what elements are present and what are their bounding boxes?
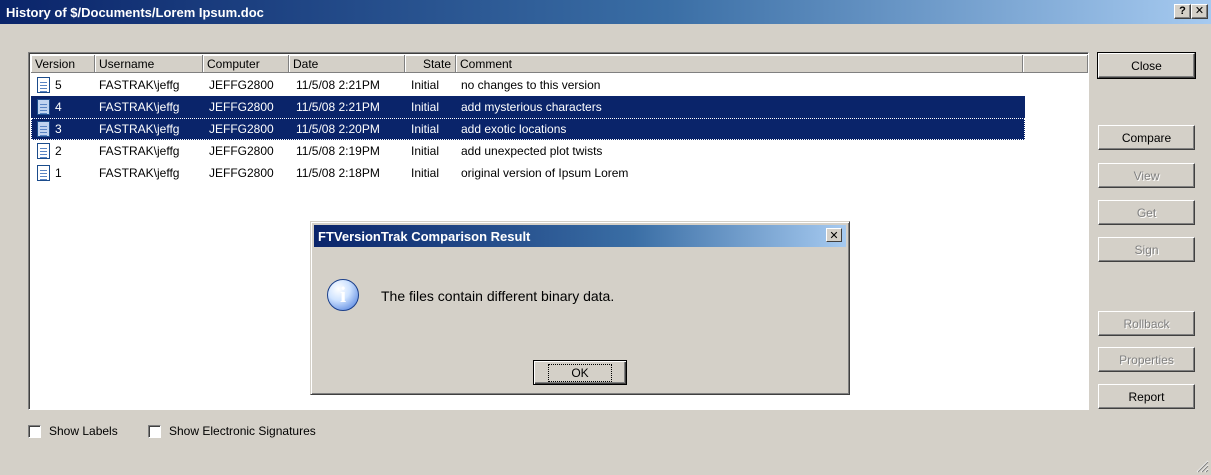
row-state: Initial bbox=[411, 122, 440, 136]
row-date: 11/5/08 2:20PM bbox=[296, 122, 380, 136]
row-computer: JEFFG2800 bbox=[209, 144, 274, 158]
row-computer: JEFFG2800 bbox=[209, 166, 274, 180]
ok-button[interactable]: OK bbox=[533, 360, 627, 385]
row-state: Initial bbox=[411, 166, 440, 180]
row-version: 5 bbox=[55, 78, 62, 92]
column-header-version[interactable]: Version bbox=[31, 55, 95, 73]
help-button[interactable]: ? bbox=[1174, 4, 1191, 19]
show-labels-checkbox[interactable] bbox=[28, 424, 41, 438]
close-button[interactable]: Close bbox=[1097, 52, 1196, 79]
document-icon bbox=[37, 121, 50, 137]
row-comment: no changes to this version bbox=[461, 78, 601, 92]
row-version: 1 bbox=[55, 166, 62, 180]
resize-grip-icon[interactable] bbox=[1195, 459, 1209, 473]
window-titlebar[interactable]: History of $/Documents/Lorem Ipsum.doc ?… bbox=[0, 0, 1211, 24]
row-computer: JEFFG2800 bbox=[209, 78, 274, 92]
history-row[interactable]: 3 FASTRAK\jeffg JEFFG2800 11/5/08 2:20PM… bbox=[31, 118, 1025, 140]
show-labels-label: Show Labels bbox=[49, 424, 118, 438]
row-comment: add unexpected plot twists bbox=[461, 144, 603, 158]
window-close-button[interactable]: ✕ bbox=[1191, 4, 1208, 19]
row-username: FASTRAK\jeffg bbox=[99, 144, 180, 158]
row-version: 2 bbox=[55, 144, 62, 158]
column-header-date[interactable]: Date bbox=[289, 55, 405, 73]
row-date: 11/5/08 2:18PM bbox=[296, 166, 380, 180]
column-header-filler bbox=[1023, 55, 1088, 73]
show-signatures-label: Show Electronic Signatures bbox=[169, 424, 316, 438]
row-username: FASTRAK\jeffg bbox=[99, 166, 180, 180]
window-title: History of $/Documents/Lorem Ipsum.doc bbox=[6, 4, 264, 20]
row-date: 11/5/08 2:21PM bbox=[296, 78, 380, 92]
compare-button[interactable]: Compare bbox=[1098, 125, 1195, 150]
row-date: 11/5/08 2:19PM bbox=[296, 144, 380, 158]
row-computer: JEFFG2800 bbox=[209, 100, 274, 114]
history-row[interactable]: 4 FASTRAK\jeffg JEFFG2800 11/5/08 2:21PM… bbox=[31, 96, 1025, 118]
history-row[interactable]: 2 FASTRAK\jeffg JEFFG2800 11/5/08 2:19PM… bbox=[31, 140, 1025, 162]
column-header-username[interactable]: Username bbox=[95, 55, 203, 73]
row-version: 4 bbox=[55, 100, 62, 114]
list-header: Version Username Computer Date State Com… bbox=[31, 55, 1088, 73]
document-icon bbox=[37, 99, 50, 115]
ok-button-label: OK bbox=[548, 363, 612, 382]
show-signatures-option[interactable]: Show Electronic Signatures bbox=[148, 424, 316, 438]
document-icon bbox=[37, 165, 50, 181]
column-header-state[interactable]: State bbox=[405, 55, 456, 73]
history-row[interactable]: 1 FASTRAK\jeffg JEFFG2800 11/5/08 2:18PM… bbox=[31, 162, 1025, 184]
column-header-comment[interactable]: Comment bbox=[456, 55, 1023, 73]
history-rows: 5 FASTRAK\jeffg JEFFG2800 11/5/08 2:21PM… bbox=[31, 74, 1071, 184]
row-date: 11/5/08 2:21PM bbox=[296, 100, 380, 114]
dialog-close-button[interactable]: ✕ bbox=[826, 228, 842, 242]
sign-button[interactable]: Sign bbox=[1098, 237, 1195, 262]
row-version: 3 bbox=[55, 122, 62, 136]
row-username: FASTRAK\jeffg bbox=[99, 78, 180, 92]
row-comment: add mysterious characters bbox=[461, 100, 602, 114]
row-comment: add exotic locations bbox=[461, 122, 567, 136]
view-button[interactable]: View bbox=[1098, 163, 1195, 188]
document-icon bbox=[37, 77, 50, 93]
show-signatures-checkbox[interactable] bbox=[148, 424, 161, 438]
dialog-title: FTVersionTrak Comparison Result bbox=[318, 228, 531, 244]
row-comment: original version of Ipsum Lorem bbox=[461, 166, 629, 180]
get-button[interactable]: Get bbox=[1098, 200, 1195, 225]
dialog-titlebar[interactable]: FTVersionTrak Comparison Result ✕ bbox=[314, 225, 846, 247]
document-icon bbox=[37, 143, 50, 159]
show-labels-option[interactable]: Show Labels bbox=[28, 424, 118, 438]
row-username: FASTRAK\jeffg bbox=[99, 100, 180, 114]
rollback-button[interactable]: Rollback bbox=[1098, 311, 1195, 336]
report-button[interactable]: Report bbox=[1098, 384, 1195, 409]
information-icon: i bbox=[327, 279, 359, 311]
history-row[interactable]: 5 FASTRAK\jeffg JEFFG2800 11/5/08 2:21PM… bbox=[31, 74, 1025, 96]
dialog-message: The files contain different binary data. bbox=[381, 288, 615, 304]
row-state: Initial bbox=[411, 144, 440, 158]
column-header-computer[interactable]: Computer bbox=[203, 55, 289, 73]
properties-button[interactable]: Properties bbox=[1098, 347, 1195, 372]
row-computer: JEFFG2800 bbox=[209, 122, 274, 136]
row-username: FASTRAK\jeffg bbox=[99, 122, 180, 136]
comparison-result-dialog: FTVersionTrak Comparison Result ✕ i The … bbox=[310, 221, 850, 395]
row-state: Initial bbox=[411, 78, 440, 92]
row-state: Initial bbox=[411, 100, 440, 114]
